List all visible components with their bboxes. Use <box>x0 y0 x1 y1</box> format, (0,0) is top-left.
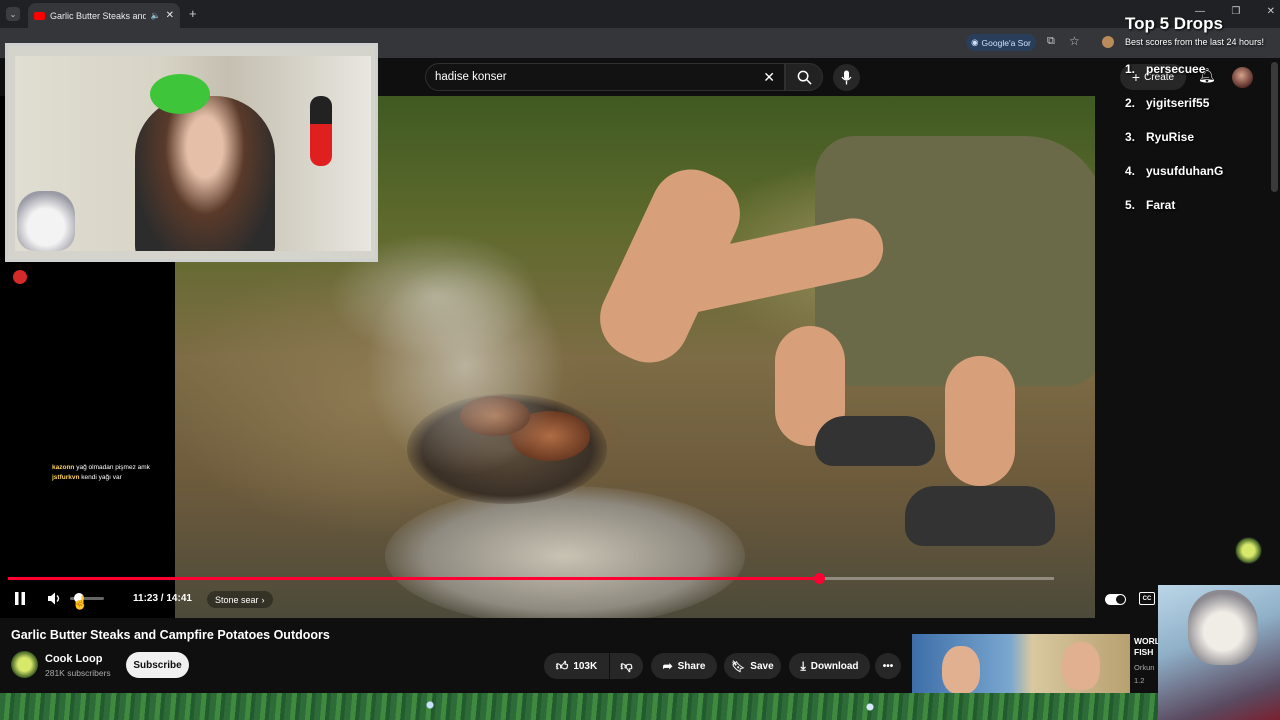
tab-close-icon[interactable]: ✕ <box>166 10 174 21</box>
chat-message: kazonn yağ olmadan pişmez amk <box>52 464 150 471</box>
browser-tab[interactable]: Garlic Butter Steaks and Campfire Potato… <box>28 3 180 28</box>
cat-cam-overlay <box>1158 585 1280 720</box>
thumbnail-person <box>1062 642 1100 690</box>
channel-name[interactable]: Cook Loop <box>45 653 102 665</box>
suggested-video-views: 1.2 <box>1134 676 1145 685</box>
search-icon <box>797 70 812 85</box>
download-button[interactable]: ⤓ Download <box>789 653 870 679</box>
more-actions-button[interactable]: ••• <box>875 653 901 679</box>
suggested-video-channel: Orkun <box>1134 663 1155 672</box>
mute-button[interactable] <box>47 591 62 611</box>
share-button[interactable]: ➦ Share <box>651 653 717 679</box>
leaderboard-subtitle: Best scores from the last 24 hours! <box>1125 37 1265 47</box>
video-title: Garlic Butter Steaks and Campfire Potato… <box>11 628 330 642</box>
channel-logo-icon <box>13 270 27 284</box>
share-arrow-icon: ➦ <box>662 659 673 673</box>
subscribe-button[interactable]: Subscribe <box>126 652 189 678</box>
volume-icon <box>48 592 60 605</box>
leaderboard-entry: 1. persecuee <box>1125 62 1206 76</box>
autoplay-toggle-knob <box>1116 595 1125 604</box>
stream-chat: kazonn yağ olmadan pişmez amk jstfurkvn … <box>52 463 182 483</box>
pause-icon <box>15 592 25 605</box>
page-scrollbar[interactable] <box>1271 62 1278 192</box>
like-button[interactable]: 👍︎ 103K <box>544 653 609 679</box>
firewood-stones <box>385 486 745 618</box>
cat-figure <box>17 191 75 251</box>
autoplay-toggle[interactable] <box>1105 594 1126 605</box>
save-button[interactable]: 🔖︎ Save <box>724 653 781 679</box>
progress-scrubber[interactable] <box>813 573 825 584</box>
search-query: hadise konser <box>435 71 507 83</box>
leaderboard-title: Top 5 Drops <box>1125 14 1223 33</box>
webcam-feed <box>15 56 371 251</box>
person-leg <box>945 356 1015 486</box>
new-tab-button[interactable]: + <box>189 6 197 21</box>
thumbnail-person <box>942 646 980 694</box>
google-lens-icon: ◉ <box>971 37 979 47</box>
clear-search-icon[interactable]: ✕ <box>763 69 775 86</box>
chat-message: jstfurkvn kendi yağı var <box>52 474 122 481</box>
voice-search-button[interactable] <box>833 64 860 91</box>
stream-overlay-grass <box>0 693 1280 720</box>
frog-plush <box>150 74 210 114</box>
account-avatar[interactable] <box>1232 67 1253 88</box>
smoke <box>365 256 565 476</box>
leaderboard-entry: 4. yusufduhanG <box>1125 164 1224 178</box>
download-icon: ⤓ <box>800 658 806 673</box>
tab-search-button[interactable]: ⌄ <box>6 7 20 21</box>
bookmark-star-icon[interactable]: ☆ <box>1069 34 1080 48</box>
audio-icon[interactable]: 🔈 <box>151 11 161 20</box>
time-display: 11:23 / 14:41 <box>133 593 192 604</box>
subtitles-button[interactable]: CC <box>1139 592 1155 605</box>
person-shoe <box>905 486 1055 546</box>
person-shoe <box>815 416 935 466</box>
microphone-icon <box>841 70 852 85</box>
subscriber-count: 281K subscribers <box>45 668 111 678</box>
google-ask-button[interactable]: ◉ Google'a Sor <box>966 34 1036 51</box>
bookmark-icon: 🔖︎ <box>731 660 746 673</box>
suggested-video-title[interactable]: WORL FISH <box>1134 636 1160 658</box>
leaderboard-entry: 3. RyuRise <box>1125 130 1195 144</box>
youtube-favicon-icon <box>34 11 45 20</box>
thumbs-down-icon: 👎︎ <box>620 658 633 673</box>
microphone <box>310 96 332 166</box>
streamer-webcam <box>5 43 378 262</box>
drops-leaderboard: Top 5 Drops Best scores from the last 24… <box>1125 14 1275 212</box>
thumbs-up-icon: 👍︎ <box>555 658 569 673</box>
leaderboard-entry: 5. Farat <box>1125 198 1176 212</box>
search-input[interactable]: hadise konser ✕ <box>425 63 785 91</box>
leaderboard-entry: 2. yigitserif55 <box>1125 96 1210 110</box>
chevron-right-icon: › <box>261 594 265 605</box>
cat-face <box>1188 590 1258 665</box>
search-button[interactable] <box>785 63 823 91</box>
streamer-person <box>135 96 275 251</box>
tab-title: Garlic Butter Steaks and Campfire Potato… <box>50 10 146 21</box>
suggested-video-thumbnail[interactable] <box>912 634 1130 694</box>
chapter-button[interactable]: Stone sear › <box>207 591 273 608</box>
dislike-button[interactable]: 👎︎ <box>610 653 643 679</box>
mouse-cursor: ☝ <box>72 595 89 610</box>
install-app-icon[interactable]: ⧉ <box>1047 35 1055 48</box>
channel-watermark-icon[interactable] <box>1235 537 1262 564</box>
channel-avatar[interactable] <box>11 651 38 678</box>
more-dots-icon: ••• <box>882 660 894 672</box>
pause-button[interactable] <box>14 592 26 610</box>
extension-icon[interactable] <box>1102 36 1114 48</box>
progress-played <box>8 577 819 580</box>
